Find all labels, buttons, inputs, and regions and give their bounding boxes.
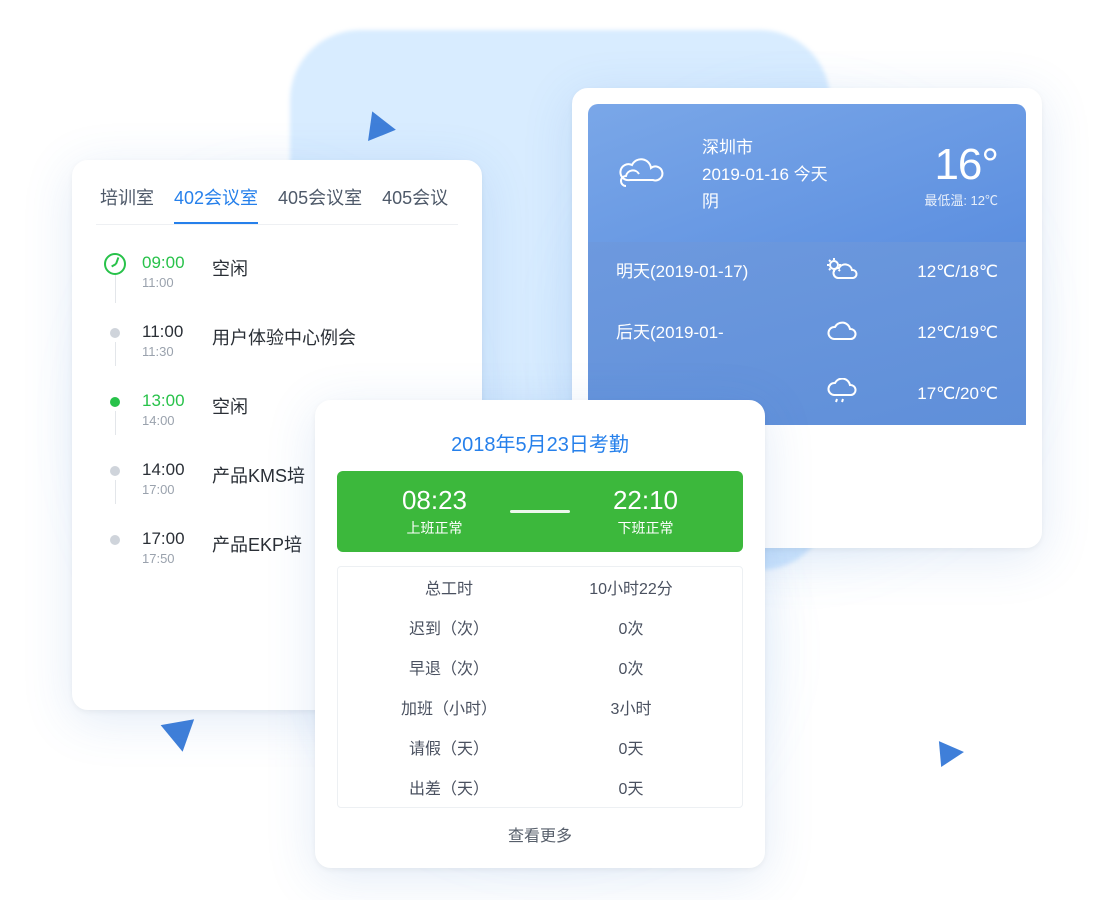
stat-value: 3小时 (540, 695, 722, 719)
slot-end-time: 11:00 (142, 275, 198, 290)
meeting-slot[interactable]: 09:00 11:00 空闲 (102, 243, 452, 312)
slot-title: 空闲 (212, 391, 248, 419)
attendance-widget: 2018年5月23日考勤 08:23 上班正常 22:10 下班正常 总工时10… (315, 400, 765, 868)
forecast-range: 12℃/18℃ (864, 262, 998, 282)
weather-current: 深圳市 2019-01-16 今天 阴 16° 最低温: 12℃ (588, 104, 1026, 242)
attendance-stat-row: 加班（小时）3小时 (338, 687, 742, 727)
attendance-stat-row: 总工时10小时22分 (338, 567, 742, 607)
forecast-range: 12℃/19℃ (864, 323, 998, 343)
stat-label: 迟到（次） (358, 615, 540, 639)
stat-label: 请假（天） (358, 735, 540, 759)
slot-title: 空闲 (212, 253, 248, 281)
stat-value: 10小时22分 (540, 575, 722, 599)
weather-current-temp: 16° (924, 140, 998, 190)
timeline-dot-icon (104, 253, 126, 275)
view-more-button[interactable]: 查看更多 (337, 808, 743, 852)
meeting-slot[interactable]: 11:00 11:30 用户体验中心例会 (102, 312, 452, 381)
forecast-day: 明天(2019-01-17) (616, 260, 818, 285)
room-tab[interactable]: 405会议室 (278, 184, 362, 224)
slot-start-time: 13:00 (142, 391, 198, 411)
slot-title: 用户体验中心例会 (212, 322, 356, 350)
sun-cloud-icon (818, 256, 864, 289)
stat-label: 加班（小时） (358, 695, 540, 719)
forecast-day: 后天(2019-01- (616, 321, 818, 346)
room-tab[interactable]: 培训室 (100, 184, 154, 224)
slot-end-time: 17:50 (142, 551, 198, 566)
weather-low-temp: 最低温: 12℃ (924, 190, 998, 209)
checkin-label: 上班正常 (359, 518, 510, 538)
weather-date: 2019-01-16 今天 (702, 161, 906, 188)
forecast-range: 17℃/20℃ (864, 384, 998, 404)
slot-title: 产品EKP培 (212, 529, 302, 557)
slot-start-time: 09:00 (142, 253, 198, 273)
timeline-dot-icon (110, 397, 120, 407)
stat-value: 0天 (540, 735, 722, 759)
attendance-title: 2018年5月23日考勤 (337, 428, 743, 457)
decorative-triangle-icon (368, 111, 398, 144)
stat-value: 0天 (540, 775, 722, 799)
attendance-stat-row: 早退（次）0次 (338, 647, 742, 687)
slot-end-time: 14:00 (142, 413, 198, 428)
cloud-icon (818, 317, 864, 350)
slot-start-time: 17:00 (142, 529, 198, 549)
slot-end-time: 11:30 (142, 344, 198, 359)
slot-title: 产品KMS培 (212, 460, 305, 488)
time-connector-icon (510, 510, 570, 513)
stat-value: 0次 (540, 655, 722, 679)
stat-label: 出差（天） (358, 775, 540, 799)
slot-start-time: 11:00 (142, 322, 198, 342)
weather-city: 深圳市 (702, 134, 906, 161)
decorative-triangle-icon (161, 719, 200, 754)
decorative-triangle-icon (939, 739, 965, 767)
timeline-dot-icon (110, 466, 120, 476)
stat-label: 总工时 (358, 575, 540, 599)
room-tab[interactable]: 405会议 (382, 184, 448, 224)
cloud-icon (614, 152, 664, 192)
room-tab[interactable]: 402会议室 (174, 184, 258, 224)
attendance-stat-row: 请假（天）0天 (338, 727, 742, 767)
timeline-dot-icon (110, 535, 120, 545)
checkin-time: 08:23 (359, 485, 510, 516)
weather-forecast-list: 明天(2019-01-17) 12℃/18℃ 后天(2019-01- 12℃/19℃ 1… (588, 242, 1026, 425)
room-tabs: 培训室 402会议室 405会议室 405会议 (96, 166, 458, 225)
attendance-stats: 总工时10小时22分迟到（次）0次早退（次）0次加班（小时）3小时请假（天）0天… (337, 566, 743, 808)
attendance-stat-row: 迟到（次）0次 (338, 607, 742, 647)
timeline-dot-icon (110, 328, 120, 338)
attendance-time-bar: 08:23 上班正常 22:10 下班正常 (337, 471, 743, 552)
rain-icon (818, 378, 864, 411)
forecast-row: 后天(2019-01- 12℃/19℃ (588, 303, 1026, 364)
stat-value: 0次 (540, 615, 722, 639)
weather-condition: 阴 (702, 188, 906, 215)
forecast-row: 明天(2019-01-17) 12℃/18℃ (588, 242, 1026, 303)
attendance-stat-row: 出差（天）0天 (338, 767, 742, 807)
checkout-time: 22:10 (570, 485, 721, 516)
slot-end-time: 17:00 (142, 482, 198, 497)
checkout-label: 下班正常 (570, 518, 721, 538)
stat-label: 早退（次） (358, 655, 540, 679)
slot-start-time: 14:00 (142, 460, 198, 480)
